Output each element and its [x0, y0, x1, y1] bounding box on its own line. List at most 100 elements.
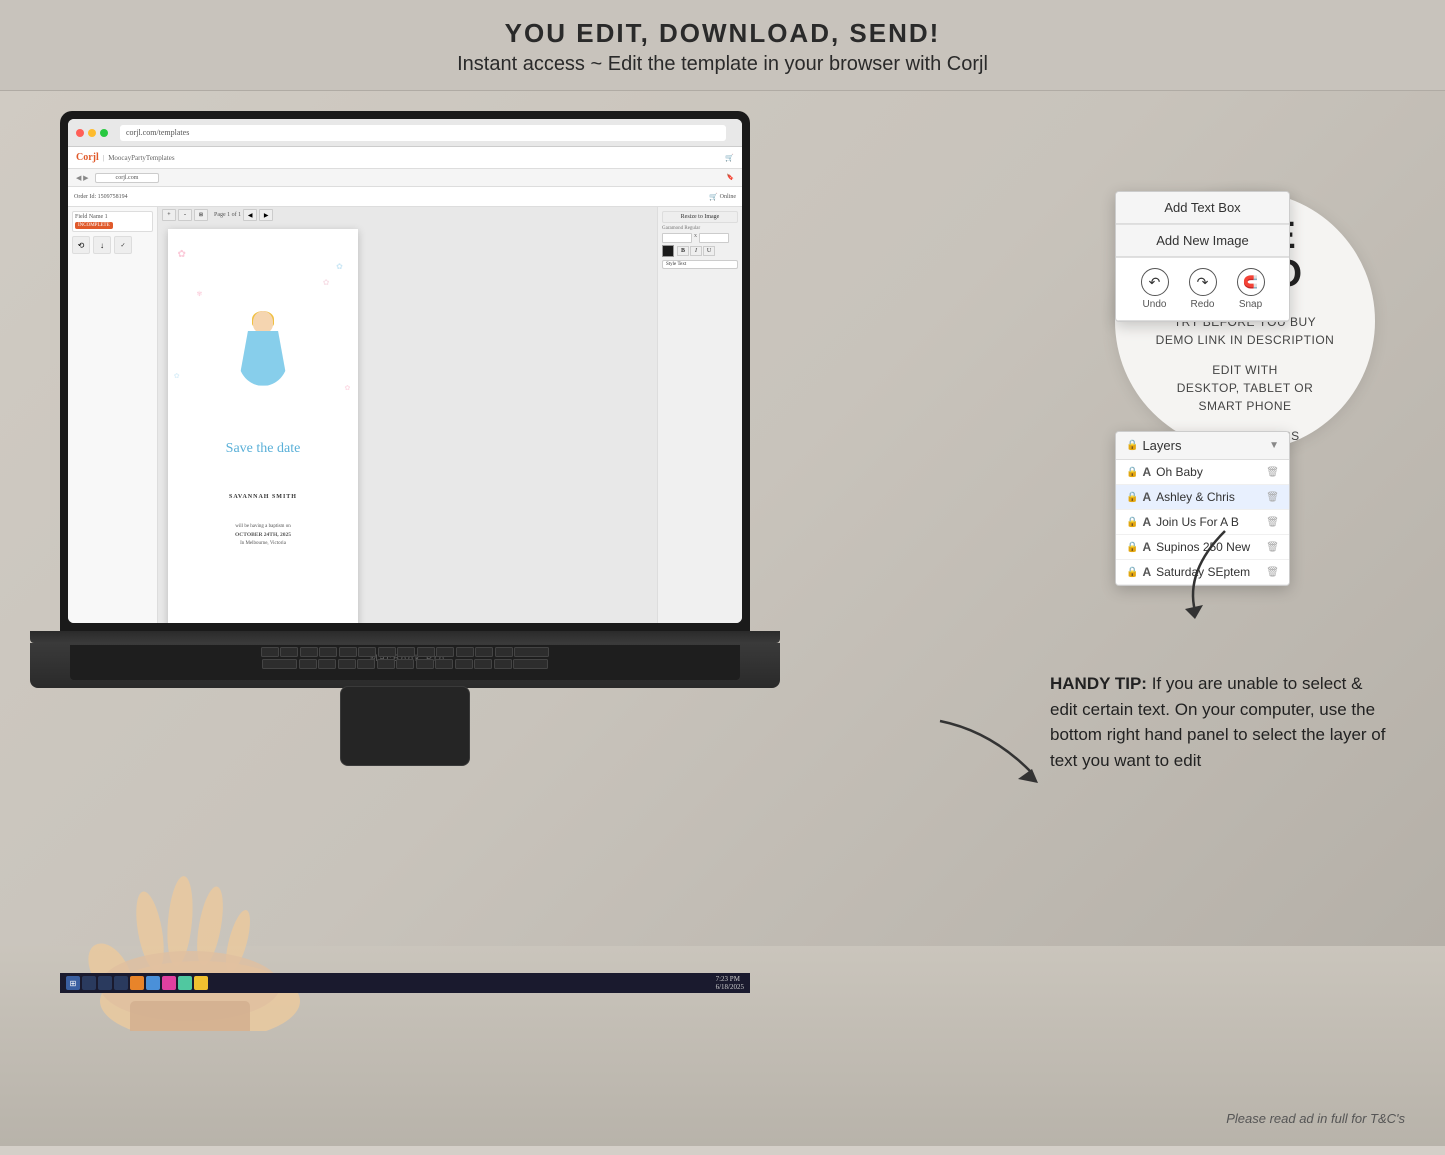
cart-header: 🛒	[725, 154, 734, 162]
trash-ashley[interactable]: 🗑	[1266, 492, 1279, 503]
resize-image-btn[interactable]: Resize to Image	[662, 211, 738, 223]
layers-item-oh-baby[interactable]: 🔒 A Oh Baby 🗑	[1116, 460, 1289, 485]
main-content: corjl.com/templates Corjl | MoocayPartyT…	[0, 91, 1445, 1146]
online-label: Online	[720, 194, 736, 200]
bold-btn[interactable]: B	[677, 246, 689, 256]
key	[358, 647, 376, 657]
lock-ashley: 🔒	[1126, 492, 1138, 503]
next-page[interactable]: ▶	[259, 209, 273, 221]
corjl-logo: Corjl	[76, 152, 99, 163]
sidebar-icon-3[interactable]: ✓	[114, 236, 132, 254]
trash-saturday[interactable]: 🗑	[1266, 567, 1279, 578]
color-swatch[interactable]	[662, 245, 674, 257]
layers-item-ashley[interactable]: 🔒 A Ashley & Chris 🗑	[1116, 485, 1289, 510]
rp-section-1: Resize to Image Garamond Regular x B	[662, 211, 738, 269]
key	[318, 659, 336, 669]
trash-supinos[interactable]: 🗑	[1266, 542, 1279, 553]
oh-baby-label: Oh Baby	[1156, 465, 1203, 479]
taskbar-item-5[interactable]	[146, 976, 160, 990]
trash-join[interactable]: 🗑	[1266, 517, 1279, 528]
type-ashley: A	[1142, 490, 1151, 504]
redo-item[interactable]: ↷ Redo	[1189, 268, 1217, 310]
cart-icon-area: 🛒 Online	[709, 193, 736, 201]
flower-6: ✿	[345, 384, 351, 392]
laptop-screen: corjl.com/templates Corjl | MoocayPartyT…	[68, 119, 742, 623]
layers-header: 🔒 Layers ▼	[1116, 432, 1289, 460]
demo-devices: DESKTOP, TABLET OR	[1177, 379, 1314, 397]
zoom-in[interactable]: +	[162, 209, 176, 221]
hand-area	[50, 871, 350, 1031]
undo-item[interactable]: ↶ Undo	[1141, 268, 1169, 310]
field-label: Field Name 1	[75, 214, 150, 220]
snap-icon: 🧲	[1237, 268, 1265, 296]
incomplete-badge: INCOMPLETE	[75, 222, 113, 229]
key-backspace	[514, 647, 549, 657]
prev-page[interactable]: ◀	[243, 209, 257, 221]
layers-chevron-icon[interactable]: ▼	[1269, 440, 1279, 451]
demo-edit-with: EDIT WITH	[1212, 361, 1278, 379]
sidebar-icon-2[interactable]: ↓	[93, 236, 111, 254]
fit-btn[interactable]: ⊞	[194, 209, 208, 221]
rp-width-input[interactable]	[662, 233, 692, 243]
undo-label: Undo	[1143, 299, 1167, 310]
type-saturday: A	[1142, 565, 1151, 579]
invitation-card: ✿ ✿ ✾ ✿ ✿ ✿	[168, 229, 358, 623]
taskbar-item-4[interactable]	[130, 976, 144, 990]
sidebar-icon-1[interactable]: ⟲	[72, 236, 90, 254]
taskbar: ⊞ 7:23 PM6/18/2025	[60, 973, 750, 993]
flower-1: ✿	[178, 249, 186, 260]
redo-label: Redo	[1191, 299, 1215, 310]
taskbar-item-8[interactable]	[194, 976, 208, 990]
corjl-main: + - ⊞ Page 1 of 1 ◀ ▶ ✿ ✿	[158, 207, 657, 623]
demo-smartphone: SMART PHONE	[1198, 397, 1291, 415]
rp-format-row: B I U	[662, 245, 738, 257]
popup-icons-row: ↶ Undo ↷ Redo 🧲 Snap	[1116, 258, 1289, 321]
corjl-subtitle: MoocayPartyTemplates	[108, 154, 174, 162]
keyboard-row-2	[80, 659, 730, 669]
arrow-layers-tip	[930, 711, 1050, 791]
cart-icon: 🛒	[709, 193, 718, 201]
canvas-area: ✿ ✿ ✾ ✿ ✿ ✿	[168, 229, 358, 623]
taskbar-item-3[interactable]	[114, 976, 128, 990]
handy-tip-label: HANDY TIP:	[1050, 674, 1147, 693]
taskbar-item-7[interactable]	[178, 976, 192, 990]
underline-btn[interactable]: U	[703, 246, 715, 256]
rp-size-row: x	[662, 233, 738, 243]
windows-btn[interactable]: ⊞	[66, 976, 80, 990]
snap-item[interactable]: 🧲 Snap	[1237, 268, 1265, 310]
rp-format-buttons: B I U	[677, 246, 715, 256]
laptop-trackpad[interactable]	[340, 686, 470, 766]
rp-x: x	[694, 233, 697, 243]
lock-saturday: 🔒	[1126, 567, 1138, 578]
key	[475, 647, 493, 657]
trash-oh-baby[interactable]: 🗑	[1266, 467, 1279, 478]
add-text-box-btn[interactable]: Add Text Box	[1116, 192, 1289, 224]
key	[261, 647, 279, 657]
key	[377, 659, 395, 669]
sidebar-icons-row: ⟲ ↓ ✓	[72, 236, 153, 254]
corjl-right-panel: Resize to Image Garamond Regular x B	[657, 207, 742, 623]
princess-figure	[233, 311, 293, 391]
rp-height-input[interactable]	[699, 233, 729, 243]
taskbar-item-1[interactable]	[82, 976, 96, 990]
add-new-image-btn[interactable]: Add New Image	[1116, 225, 1289, 257]
type-oh-baby: A	[1142, 465, 1151, 479]
zoom-out[interactable]: -	[178, 209, 192, 221]
key	[513, 659, 548, 669]
taskbar-item-2[interactable]	[98, 976, 112, 990]
key	[300, 647, 318, 657]
nav-icons: 🔖	[727, 174, 734, 181]
sidebar-field1: Field Name 1 INCOMPLETE	[72, 211, 153, 232]
browser-bar: corjl.com/templates	[68, 119, 742, 147]
key	[280, 647, 298, 657]
key	[474, 659, 492, 669]
page-indicator: Page 1 of 1	[214, 209, 241, 221]
italic-btn[interactable]: I	[690, 246, 702, 256]
princess-dress	[238, 331, 288, 386]
browser-close-dot	[76, 129, 84, 137]
style-text-btn[interactable]: Style Text	[662, 260, 738, 269]
taskbar-item-6[interactable]	[162, 976, 176, 990]
corjl-nav: ◀ ▶ corjl.com 🔖	[68, 169, 742, 187]
layers-lock-icon: 🔒	[1126, 440, 1138, 451]
nav-url-bar[interactable]: corjl.com	[95, 173, 160, 183]
